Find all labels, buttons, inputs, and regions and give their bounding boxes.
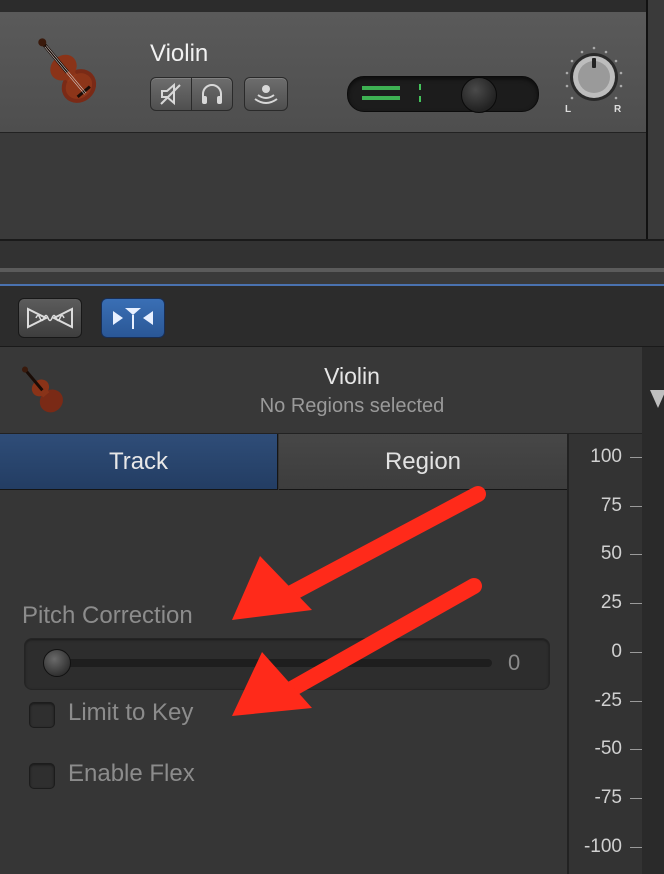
ruler-tick-label: 0 bbox=[611, 640, 622, 662]
ruler-tick-line bbox=[630, 457, 642, 458]
editor-toggle-button[interactable] bbox=[18, 298, 82, 338]
limit-to-key-checkbox[interactable] bbox=[29, 702, 55, 728]
ruler-tick-line bbox=[630, 603, 642, 605]
pitch-correction-label: Pitch Correction bbox=[22, 602, 193, 629]
ruler-tick-line bbox=[630, 846, 642, 848]
ruler-tick-line bbox=[630, 749, 642, 751]
ruler-tick-label: -25 bbox=[594, 689, 622, 711]
pan-left-label: L bbox=[565, 104, 572, 115]
tab-track[interactable]: Track bbox=[0, 434, 278, 490]
track-name[interactable]: Violin bbox=[150, 40, 208, 68]
ruler-tick-label: 100 bbox=[590, 446, 622, 467]
track-area-bottom bbox=[0, 239, 664, 269]
volume-slider[interactable] bbox=[347, 76, 539, 112]
inspector-header bbox=[0, 347, 642, 434]
ruler-tick-label: 75 bbox=[600, 494, 622, 516]
inspector-title: Violin bbox=[324, 363, 380, 389]
ruler-tick-label: -100 bbox=[583, 835, 622, 857]
input-monitor-icon bbox=[254, 85, 278, 104]
waveform-toggle-icon bbox=[27, 307, 73, 329]
input-monitor-button[interactable] bbox=[244, 77, 288, 111]
inspector-subtitle: No Regions selected bbox=[259, 395, 445, 417]
track-right-column bbox=[646, 0, 664, 270]
ruler-tick-line bbox=[630, 505, 642, 507]
editor-right-column bbox=[642, 347, 664, 874]
meter-peak-right bbox=[419, 96, 421, 102]
pan-knob[interactable]: L R bbox=[556, 40, 632, 120]
ruler-tick-label: 25 bbox=[600, 592, 622, 614]
ruler-tick-line bbox=[630, 797, 642, 799]
pitch-correction-thumb[interactable] bbox=[43, 649, 71, 677]
track-lane-empty[interactable] bbox=[0, 133, 646, 239]
pan-right-label: R bbox=[614, 104, 622, 115]
ruler-tick-line bbox=[630, 700, 642, 702]
meter-bar-left bbox=[362, 86, 400, 90]
playhead-marker[interactable] bbox=[650, 390, 664, 408]
violin-icon bbox=[38, 38, 97, 103]
speaker-mute-icon bbox=[160, 82, 181, 106]
mute-button[interactable] bbox=[150, 77, 192, 111]
ruler-tick-label: 50 bbox=[600, 543, 622, 565]
meter-bar-right bbox=[362, 96, 400, 100]
smart-controls-button[interactable] bbox=[101, 298, 165, 338]
pitch-correction-value: 0 bbox=[508, 650, 521, 675]
pitch-correction-track[interactable] bbox=[52, 659, 492, 667]
enable-flex-label[interactable]: Enable Flex bbox=[68, 760, 195, 788]
editor-toolbar bbox=[0, 286, 664, 347]
ruler-tick-label: -75 bbox=[594, 786, 622, 808]
smart-controls-icon bbox=[113, 308, 153, 329]
tab-region[interactable]: Region bbox=[279, 434, 567, 490]
ruler-tick-line bbox=[630, 651, 642, 653]
toolbar-top-strip bbox=[0, 272, 664, 284]
enable-flex-checkbox[interactable] bbox=[29, 763, 55, 789]
volume-slider-thumb[interactable] bbox=[461, 77, 497, 113]
meter-peak-left bbox=[419, 84, 421, 90]
ruler-tick-line bbox=[630, 554, 642, 556]
limit-to-key-label[interactable]: Limit to Key bbox=[68, 699, 193, 727]
headphones-icon bbox=[202, 84, 222, 104]
ruler-tick-label: -50 bbox=[594, 738, 622, 760]
violin-small-icon bbox=[22, 366, 63, 413]
solo-button[interactable] bbox=[191, 77, 233, 111]
